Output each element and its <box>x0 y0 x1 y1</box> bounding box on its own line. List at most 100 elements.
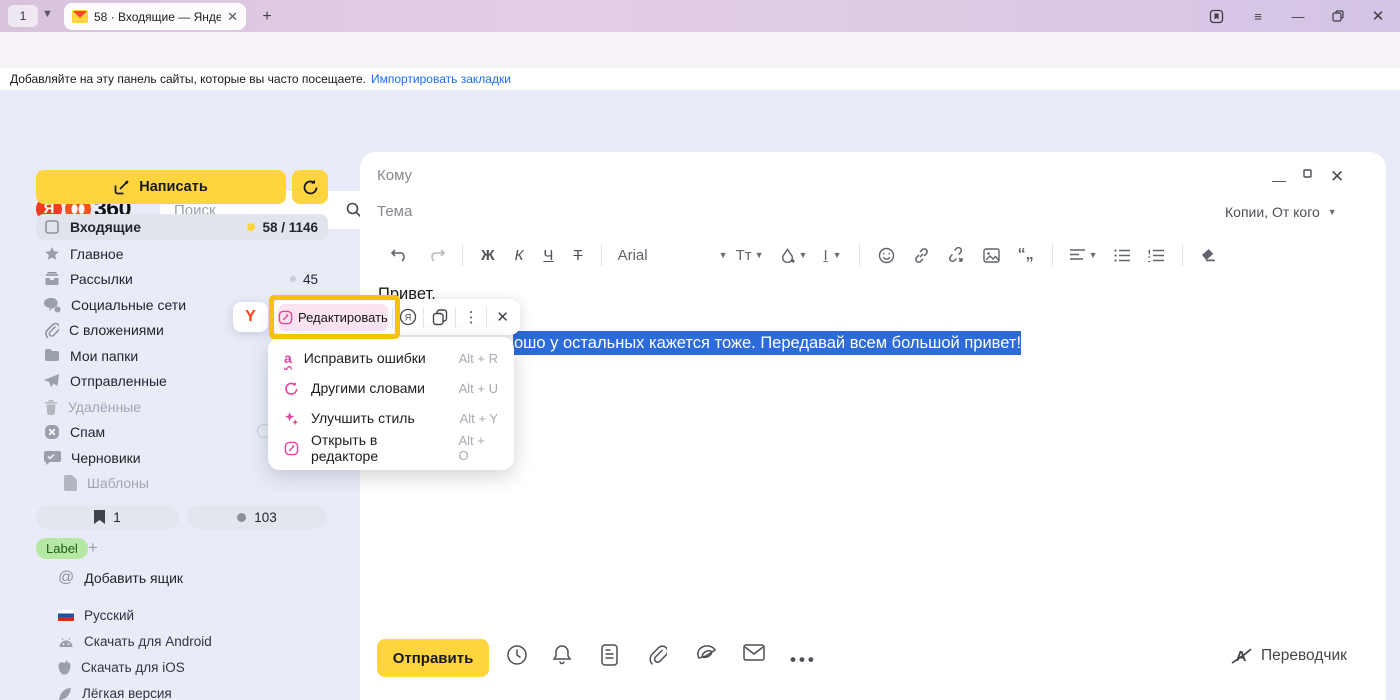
compose-button-label: Написать <box>139 179 208 195</box>
strikethrough-button[interactable]: Т <box>563 247 592 264</box>
side-panel-icon[interactable] <box>1204 6 1228 26</box>
subject-field[interactable] <box>377 203 1217 220</box>
tab-close-icon[interactable]: ✕ <box>227 9 238 25</box>
template-note-icon[interactable] <box>601 644 618 666</box>
eraser-icon[interactable] <box>1192 248 1228 262</box>
postcard-icon[interactable] <box>743 644 765 661</box>
copy-icon[interactable] <box>428 309 451 326</box>
menu-item-improve-style[interactable]: Улучшить стиль Alt + Y <box>268 403 514 433</box>
ai-more-icon[interactable]: ⋮ <box>460 308 483 326</box>
menu-item-shortcut: Alt + R <box>459 351 498 366</box>
import-bookmarks-link[interactable]: Импортировать закладки <box>371 72 511 86</box>
more-options-icon[interactable]: ••• <box>790 650 817 670</box>
language-label: Русский <box>84 608 134 623</box>
feather-icon <box>58 687 72 700</box>
sidebar-folder-mailings[interactable]: Рассылки 45 <box>36 266 328 292</box>
formatting-toolbar: Ж К Ч Т Arial▼ Tт▼ ▼ I▼ “„ <box>382 244 1228 266</box>
menu-item-shortcut: Alt + O <box>458 433 498 463</box>
underline-button[interactable]: Ч <box>533 247 563 264</box>
quote-icon[interactable]: “„ <box>1009 246 1043 264</box>
notify-bell-icon[interactable] <box>552 644 572 666</box>
tab-title: 58 · Входящие — Яндек <box>94 10 221 24</box>
language-switcher[interactable]: Русский <box>58 608 134 623</box>
ai-edit-menu: a Исправить ошибки Alt + R Другими слова… <box>268 337 514 470</box>
align-button[interactable]: ▼ <box>1062 249 1106 261</box>
undo-icon[interactable] <box>382 248 418 262</box>
expand-compose-icon[interactable] <box>1303 169 1312 178</box>
sidebar-folder-main[interactable]: Главное <box>36 241 328 267</box>
refresh-mail-icon <box>302 179 319 196</box>
browser-menu-icon[interactable]: ≡ <box>1246 6 1270 26</box>
schedule-send-icon[interactable] <box>506 644 528 666</box>
minimize-window-icon[interactable]: — <box>1286 6 1310 26</box>
inbox-icon <box>44 219 60 235</box>
label-chip[interactable]: Label <box>36 538 88 559</box>
paperclip-icon <box>44 322 59 338</box>
close-compose-icon[interactable]: ✕ <box>1330 167 1344 187</box>
bullet-list-icon[interactable] <box>1105 249 1139 262</box>
translator-toggle[interactable]: A Переводчик <box>1230 646 1347 666</box>
cc-from-toggle[interactable]: Копии, От кого ▼ <box>1225 204 1337 220</box>
light-version-link[interactable]: Лёгкая версия <box>58 686 172 700</box>
folder-name: Рассылки <box>70 271 133 287</box>
tab-group-button[interactable]: 1 <box>8 5 38 27</box>
to-field[interactable] <box>377 167 1217 184</box>
yandex-search-circle-icon[interactable]: Я <box>397 308 420 326</box>
folder-name: Мои папки <box>70 348 138 364</box>
social-icon <box>44 298 61 313</box>
yandex-assistant-pill[interactable]: Y <box>233 302 268 332</box>
italic-button[interactable]: К <box>505 247 534 264</box>
attach-file-icon[interactable] <box>648 644 667 666</box>
redo-icon[interactable] <box>418 248 454 262</box>
folder-name: Главное <box>70 246 124 262</box>
font-family-select[interactable]: Arial▼ <box>610 247 728 264</box>
highlight-color-button[interactable]: ▼ <box>772 248 816 263</box>
russian-flag-icon <box>58 610 74 621</box>
unlink-icon[interactable] <box>939 247 974 264</box>
sidebar-folder-inbox[interactable]: Входящие 58 / 1146 <box>36 214 328 240</box>
folder-name: Черновики <box>71 450 141 466</box>
collapse-compose-icon[interactable]: — <box>1272 172 1286 188</box>
restore-window-icon[interactable] <box>1326 6 1350 26</box>
insert-image-icon[interactable] <box>974 248 1009 263</box>
download-android-link[interactable]: Скачать для Android <box>58 634 212 649</box>
ai-close-icon[interactable]: ✕ <box>491 308 514 326</box>
send-button[interactable]: Отправить <box>377 639 489 677</box>
add-mailbox-label: Добавить ящик <box>84 570 183 586</box>
mail-favicon-icon <box>72 10 88 23</box>
add-label-icon[interactable]: + <box>88 538 98 558</box>
rephrase-icon <box>284 381 299 396</box>
emoji-icon[interactable] <box>869 247 904 264</box>
menu-item-shortcut: Alt + U <box>459 381 498 396</box>
menu-item-rephrase[interactable]: Другими словами Alt + U <box>268 373 514 403</box>
menu-item-open-editor[interactable]: Открыть в редакторе Alt + O <box>268 433 514 463</box>
add-mailbox-item[interactable]: @ Добавить ящик <box>58 569 183 587</box>
close-window-icon[interactable]: ✕ <box>1366 6 1390 26</box>
tab-list-chevron-icon[interactable]: ▼ <box>42 8 53 20</box>
insert-link-icon[interactable] <box>904 247 939 264</box>
menu-item-label: Другими словами <box>311 380 425 396</box>
bold-button[interactable]: Ж <box>471 247 505 264</box>
unread-filter-pill[interactable]: 103 <box>187 505 327 529</box>
ai-edit-button[interactable]: Редактировать <box>278 304 388 331</box>
text-color-button[interactable]: I▼ <box>815 247 849 264</box>
bookmark-flag-icon <box>94 510 105 524</box>
selected-text[interactable]: ошо у остальных кажется тоже. Передавай … <box>513 331 1021 355</box>
ai-edit-pencil-icon <box>278 310 293 325</box>
compose-button[interactable]: Написать <box>36 170 286 204</box>
bookmarked-filter-pill[interactable]: 1 <box>36 505 179 529</box>
download-ios-link[interactable]: Скачать для iOS <box>58 660 185 675</box>
refresh-mail-button[interactable] <box>292 170 328 204</box>
font-size-select[interactable]: Tт▼ <box>728 247 772 264</box>
menu-item-fix-errors[interactable]: a Исправить ошибки Alt + R <box>268 343 514 373</box>
browser-tab[interactable]: 58 · Входящие — Яндек ✕ <box>64 3 246 30</box>
improve-style-icon <box>284 411 299 426</box>
ai-toolbar: Редактировать Я ⋮ ✕ <box>272 299 520 335</box>
bookmarks-hint: Добавляйте на эту панель сайты, которые … <box>10 72 366 86</box>
star-icon <box>44 246 60 262</box>
attach-from-disk-icon[interactable] <box>696 644 718 664</box>
menu-item-label: Открыть в редакторе <box>311 432 446 464</box>
sidebar-folder-templates[interactable]: Шаблоны <box>56 470 328 496</box>
new-tab-button[interactable]: + <box>256 6 278 28</box>
numbered-list-icon[interactable] <box>1139 249 1173 262</box>
